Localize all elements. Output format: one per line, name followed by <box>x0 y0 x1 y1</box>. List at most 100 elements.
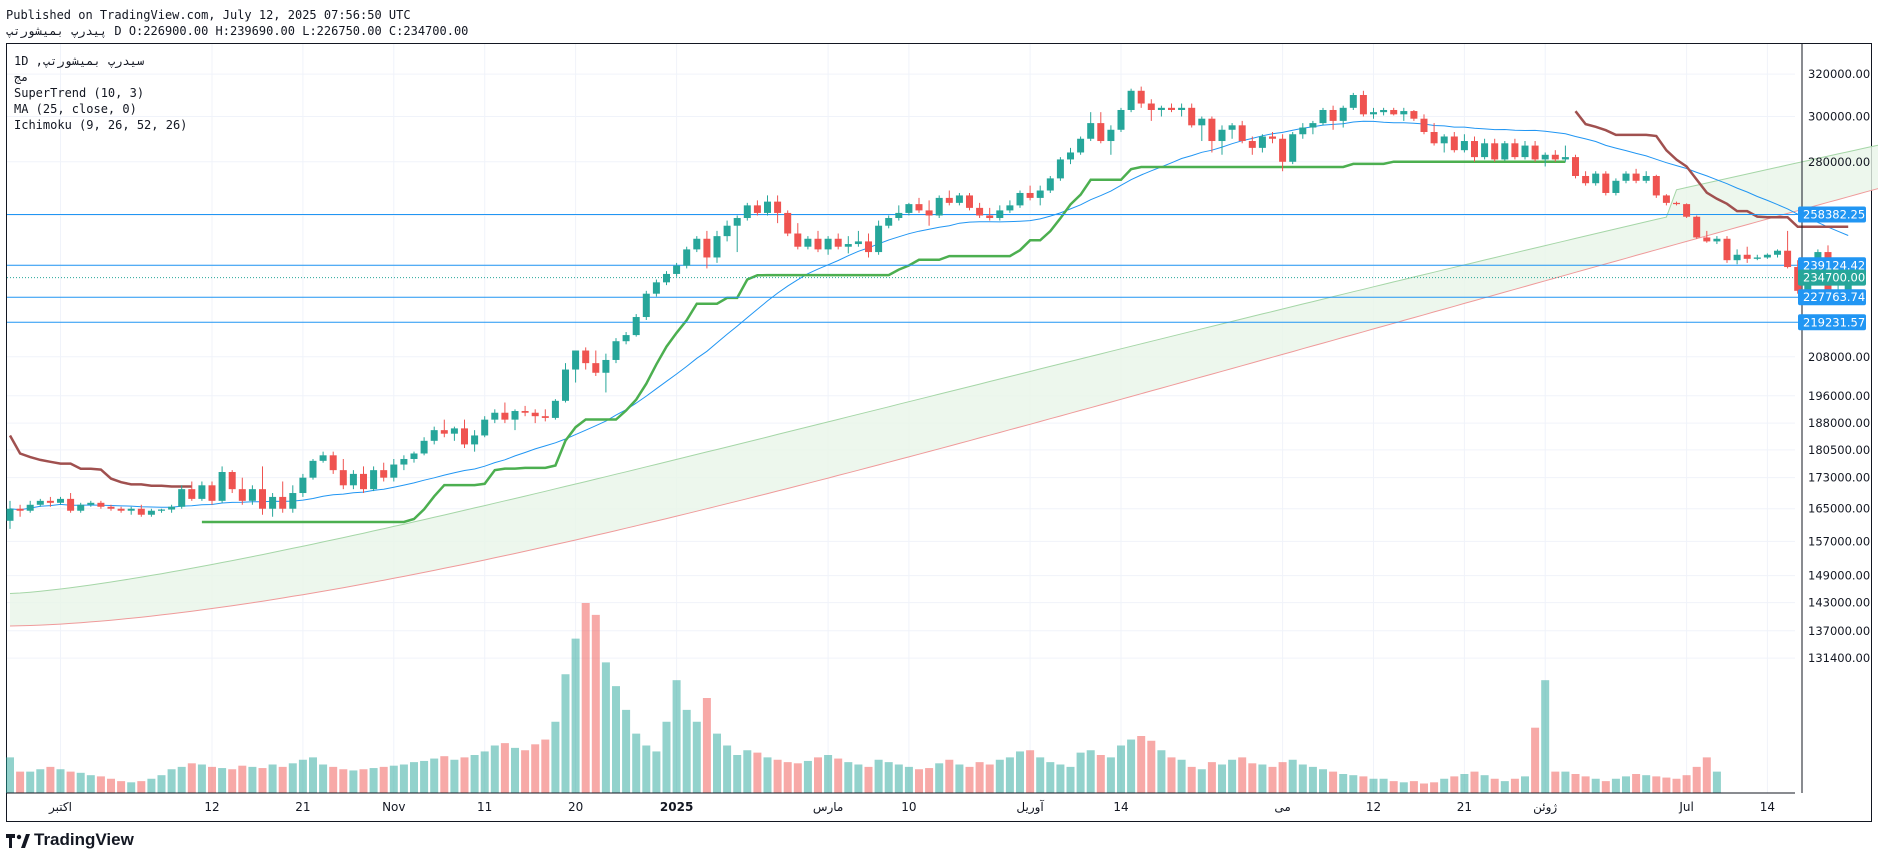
candle-body <box>824 238 832 250</box>
candle-body <box>1087 123 1095 139</box>
hline-price-label: 227763.74 <box>1803 290 1865 304</box>
volume-bar <box>500 743 509 793</box>
volume-bar <box>854 764 863 793</box>
candle-body <box>1390 109 1398 115</box>
price-tick-label: 157000.00 <box>1808 534 1870 548</box>
volume-bar <box>803 760 812 793</box>
candle-body <box>1430 132 1438 144</box>
volume-bar <box>1308 766 1317 793</box>
candle-body <box>1218 129 1226 142</box>
legend-ichimoku[interactable]: Ichimoku (9, 26, 52, 26) <box>14 117 187 133</box>
price-tick-label: 149000.00 <box>1808 569 1870 583</box>
volume-bar <box>177 766 186 793</box>
legend-supertrend[interactable]: SuperTrend (10, 3) <box>14 85 187 101</box>
candle-body <box>1299 127 1307 135</box>
volume-bar <box>834 758 843 793</box>
candle-body <box>1723 238 1731 261</box>
legend-ma[interactable]: MA (25, close, 0) <box>14 101 187 117</box>
volume-bar <box>1157 750 1166 793</box>
volume-bar <box>1571 774 1580 793</box>
candle-body <box>1491 143 1499 160</box>
volume-bar <box>1632 774 1641 793</box>
candle-body <box>996 210 1004 219</box>
volume-bar <box>1652 776 1661 793</box>
volume-bar <box>844 762 853 793</box>
candle-body <box>147 510 155 515</box>
volume-bar <box>1248 763 1257 793</box>
volume-bar <box>56 769 65 793</box>
candle-body <box>895 212 903 219</box>
volume-bar <box>1409 781 1418 793</box>
candle-body <box>1460 141 1468 151</box>
candle-body <box>198 485 206 499</box>
candle-body <box>945 197 953 203</box>
candle-body <box>733 218 741 226</box>
volume-bar <box>753 752 762 793</box>
candle-body <box>1471 141 1478 158</box>
candle-body <box>1097 123 1105 142</box>
volume-bar <box>86 775 95 793</box>
volume-bar <box>632 733 641 793</box>
volume-bar <box>1702 757 1711 793</box>
candle-body <box>1693 216 1701 238</box>
volume-bar <box>76 772 85 793</box>
volume-bar <box>187 763 196 793</box>
volume-bar <box>1622 776 1630 793</box>
candle-body <box>390 464 398 478</box>
volume-bar <box>1288 759 1297 793</box>
candle-body <box>1481 143 1489 158</box>
volume-bar <box>672 680 681 793</box>
time-tick-label: Jul <box>1678 800 1693 814</box>
volume-bar <box>985 764 994 793</box>
candle-body <box>784 212 792 234</box>
volume-bar <box>531 744 540 793</box>
candle-body <box>1137 90 1145 104</box>
legend-symbol[interactable]: 1D ,سیدرپ بمیشورتپ <box>14 53 187 69</box>
candle-body <box>481 419 489 436</box>
candle-body <box>1683 204 1691 217</box>
supertrend-down-line <box>8 434 192 488</box>
candle-body <box>1339 107 1347 121</box>
candle-body <box>1248 141 1256 148</box>
volume-bar <box>773 759 782 793</box>
candle-body <box>1309 123 1317 128</box>
candle-body <box>804 238 812 247</box>
volume-bar <box>1611 778 1620 793</box>
candle-body <box>339 470 347 486</box>
candle-body <box>1046 178 1054 191</box>
volume-bar <box>1672 778 1681 793</box>
volume-bar <box>258 768 267 793</box>
candle-body <box>1016 192 1024 206</box>
tradingview-logo[interactable]: TradingView <box>6 830 134 850</box>
time-tick-label: ژوئن <box>1533 800 1557 815</box>
candle-body <box>1006 205 1014 211</box>
time-tick-label: 21 <box>1457 800 1472 814</box>
candle-body <box>1592 173 1600 184</box>
candle-body <box>854 241 862 245</box>
chart-canvas[interactable]: 320000.00 300000.00 280000.00 208000.00 1960… <box>0 0 1878 858</box>
candle-body <box>1147 103 1155 110</box>
volume-bar <box>1682 775 1691 793</box>
volume-bar <box>995 759 1004 793</box>
volume-bar <box>1510 778 1519 793</box>
candle-body <box>1541 154 1549 160</box>
candle-body <box>299 477 307 494</box>
candle-body <box>1198 118 1206 126</box>
candle-body <box>1450 136 1458 151</box>
volume-bar <box>1298 764 1307 793</box>
volume-bar <box>16 771 25 793</box>
candle-body <box>612 341 620 360</box>
candle-body <box>1703 237 1711 242</box>
volume-bar <box>1460 774 1469 793</box>
volume-bar <box>1601 781 1610 793</box>
volume-bar <box>117 781 126 793</box>
volume-bar <box>1359 776 1368 793</box>
price-tick-label: 137000.00 <box>1808 624 1870 638</box>
candle-body <box>67 498 75 511</box>
volume-bar <box>349 770 358 793</box>
candle-body <box>723 225 731 237</box>
volume-bar <box>1399 782 1408 793</box>
last-price-label: 234700.00 <box>1803 271 1865 285</box>
candle-body <box>1612 180 1620 193</box>
volume-bar <box>612 686 620 793</box>
